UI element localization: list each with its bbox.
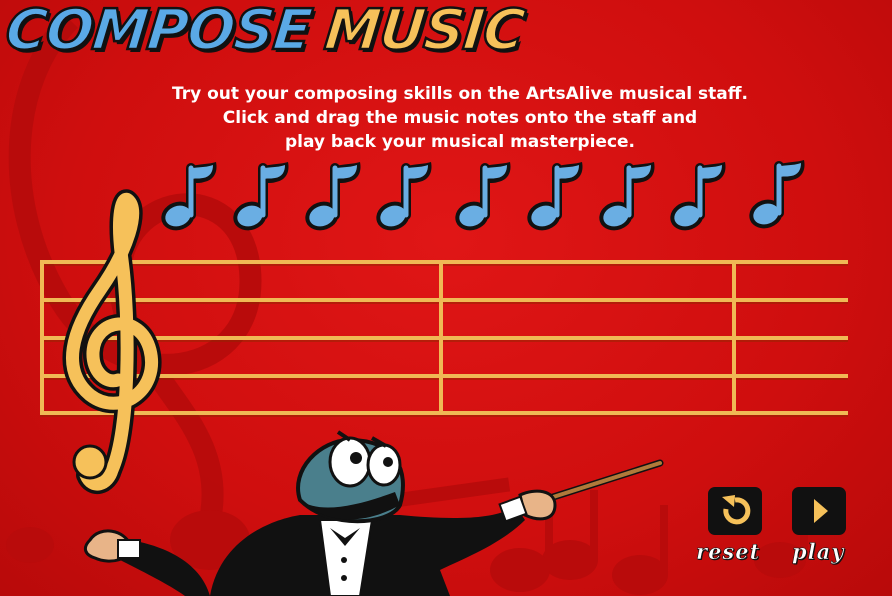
play-button[interactable]: play: [792, 487, 862, 567]
reset-label[interactable]: reset: [696, 539, 760, 565]
undo-icon: [722, 495, 751, 525]
play-button-face[interactable]: [792, 487, 846, 535]
reset-button-face[interactable]: [708, 487, 762, 535]
reset-button[interactable]: reset: [696, 487, 786, 567]
play-icon: [814, 499, 828, 523]
play-label[interactable]: play: [792, 539, 844, 565]
game-stage: COMPOSE MUSIC Try out your composing skil…: [0, 0, 892, 596]
